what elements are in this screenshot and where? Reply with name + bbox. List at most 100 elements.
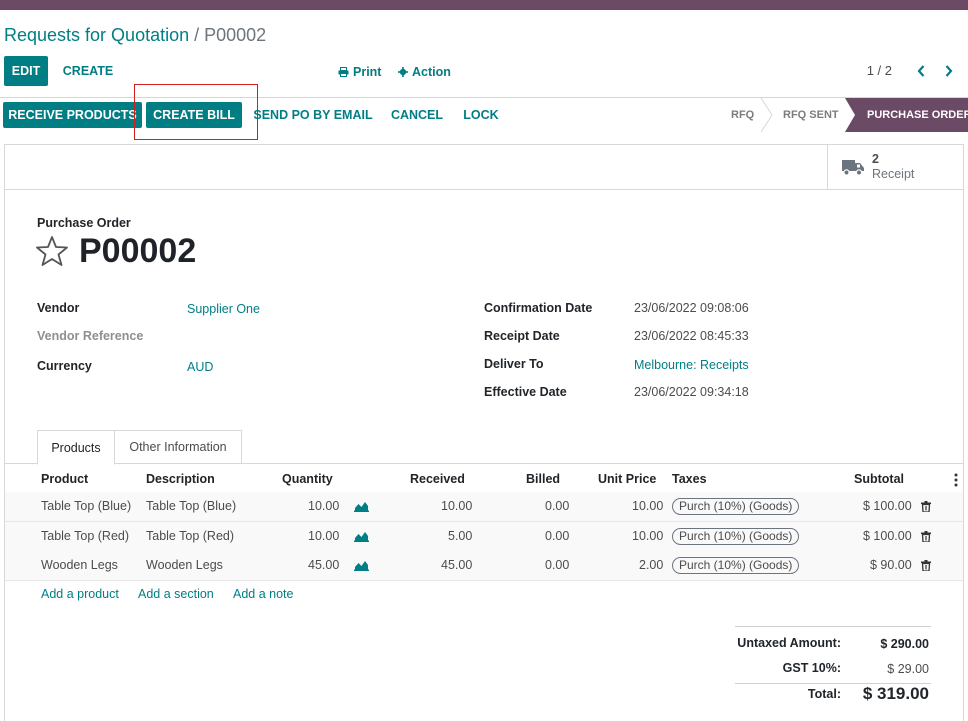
row-unit-price: 2.00: [639, 558, 664, 572]
area-chart-icon[interactable]: [354, 559, 369, 571]
add-note-link[interactable]: Add a note: [233, 587, 293, 601]
breadcrumb-separator: /: [189, 25, 205, 45]
row-received: 45.00: [441, 558, 473, 572]
vendor-reference-label: Vendor Reference: [37, 329, 144, 343]
add-section-link[interactable]: Add a section: [138, 587, 214, 601]
column-description[interactable]: Description: [146, 472, 215, 486]
star-icon[interactable]: [35, 235, 69, 267]
trash-icon[interactable]: [921, 501, 931, 512]
gst-value: $ 29.00: [887, 662, 929, 676]
deliver-to-label: Deliver To: [484, 357, 544, 371]
stage-rfq-sent[interactable]: RFQ SENT: [783, 98, 839, 132]
row-unit-price: 10.00: [632, 529, 664, 543]
total-value: $ 319.00: [862, 684, 929, 703]
row-product: Wooden Legs: [41, 558, 118, 572]
tax-badge: Purch (10%) (Goods): [672, 557, 800, 574]
trash-icon[interactable]: [921, 560, 931, 571]
receipt-date-value: 23/06/2022 08:45:33: [634, 329, 749, 343]
tax-badge: Purch (10%) (Goods): [672, 498, 800, 515]
effective-date-value: 23/06/2022 09:34:18: [634, 385, 749, 399]
table-row[interactable]: Wooden Legs Wooden Legs 45.00 45.00 0.00…: [5, 551, 963, 581]
receive-products-button[interactable]: RECEIVE PRODUCTS: [3, 102, 142, 128]
action-dropdown[interactable]: Action: [398, 65, 451, 79]
print-label: Print: [353, 65, 382, 79]
row-received: 10.00: [441, 499, 473, 513]
tab-products[interactable]: Products: [37, 430, 115, 465]
stage-purchase-order[interactable]: PURCHASE ORDER: [845, 98, 968, 132]
table-row[interactable]: Table Top (Red) Table Top (Red) 10.00 5.…: [5, 522, 963, 552]
smart-button-box: 2 Receipt: [5, 145, 963, 190]
receipt-smart-text: 2 Receipt: [872, 152, 914, 182]
row-billed: 0.00: [545, 558, 570, 572]
receipt-date-label: Receipt Date: [484, 329, 560, 343]
row-quantity: 10.00: [308, 499, 340, 513]
cancel-button[interactable]: CANCEL: [386, 102, 448, 128]
confirmation-date-value: 23/06/2022 09:08:06: [634, 301, 749, 315]
column-received[interactable]: Received: [410, 472, 465, 486]
currency-value-link[interactable]: AUD: [187, 360, 213, 374]
area-chart-icon[interactable]: [354, 530, 369, 542]
stage-rfq[interactable]: RFQ: [731, 98, 754, 132]
pager-previous-button[interactable]: [912, 61, 930, 81]
status-bar: RECEIVE PRODUCTS CREATE BILL SEND PO BY …: [0, 97, 968, 132]
lock-button[interactable]: LOCK: [458, 102, 504, 128]
row-received: 5.00: [448, 529, 473, 543]
currency-label: Currency: [37, 359, 92, 373]
breadcrumb: Requests for Quotation / P00002: [4, 25, 266, 46]
row-subtotal: $ 100.00: [863, 529, 912, 543]
create-bill-button[interactable]: CREATE BILL: [146, 102, 242, 128]
untaxed-amount-value: $ 290.00: [880, 637, 929, 651]
table-row[interactable]: Table Top (Blue) Table Top (Blue) 10.00 …: [5, 492, 963, 522]
row-product: Table Top (Blue): [41, 499, 132, 513]
column-subtotal[interactable]: Subtotal: [854, 472, 904, 486]
kebab-menu-icon[interactable]: [953, 473, 959, 487]
area-chart-icon[interactable]: [354, 500, 369, 512]
effective-date-label: Effective Date: [484, 385, 567, 399]
truck-icon: [842, 160, 864, 176]
chevron-left-icon: [917, 65, 925, 77]
receipt-smart-button[interactable]: 2 Receipt: [827, 145, 963, 189]
column-billed[interactable]: Billed: [526, 472, 560, 486]
add-product-link[interactable]: Add a product: [41, 587, 119, 601]
totals-divider: [735, 626, 931, 627]
notebook-tabs: Products Other Information: [5, 430, 963, 465]
row-subtotal: $ 100.00: [863, 499, 912, 513]
row-billed: 0.00: [545, 499, 570, 513]
row-quantity: 10.00: [308, 529, 340, 543]
row-description: Table Top (Blue): [146, 499, 237, 513]
column-product[interactable]: Product: [41, 472, 88, 486]
pager-next-button[interactable]: [940, 61, 958, 81]
vendor-label: Vendor: [37, 301, 80, 315]
breadcrumb-parent-link[interactable]: Requests for Quotation: [4, 25, 189, 45]
row-product: Table Top (Red): [41, 529, 130, 543]
untaxed-amount-label: Untaxed Amount:: [737, 636, 841, 650]
trash-icon[interactable]: [921, 531, 931, 542]
deliver-to-value-link[interactable]: Melbourne: Receipts: [634, 358, 749, 372]
edit-button[interactable]: EDIT: [4, 56, 48, 86]
total-label: Total:: [807, 687, 841, 701]
gear-icon: [398, 67, 408, 77]
send-po-by-email-button[interactable]: SEND PO BY EMAIL: [250, 102, 376, 128]
confirmation-date-label: Confirmation Date: [484, 301, 593, 315]
tab-other-information[interactable]: Other Information: [114, 430, 242, 464]
stage-purchase-order-label: PURCHASE ORDER: [867, 109, 968, 121]
row-description: Table Top (Red): [146, 529, 235, 543]
pager-value[interactable]: 1 / 2: [867, 63, 892, 78]
column-unit-price[interactable]: Unit Price: [598, 472, 656, 486]
action-label: Action: [412, 65, 451, 79]
vendor-value-link[interactable]: Supplier One: [187, 302, 260, 316]
row-subtotal: $ 90.00: [870, 558, 912, 572]
print-icon: [338, 67, 349, 77]
print-dropdown[interactable]: Print: [338, 65, 381, 79]
document-type-label: Purchase Order: [37, 216, 131, 230]
column-quantity[interactable]: Quantity: [282, 472, 333, 486]
breadcrumb-current: P00002: [204, 25, 267, 45]
row-billed: 0.00: [545, 529, 570, 543]
column-taxes[interactable]: Taxes: [672, 472, 707, 486]
receipt-label: Receipt: [872, 167, 915, 181]
order-lines-header: Product Description Quantity Received Bi…: [5, 464, 963, 494]
row-unit-price: 10.00: [632, 499, 664, 513]
document-name: P00002: [79, 232, 197, 270]
top-navbar: [0, 0, 968, 10]
create-button[interactable]: CREATE: [56, 56, 120, 86]
